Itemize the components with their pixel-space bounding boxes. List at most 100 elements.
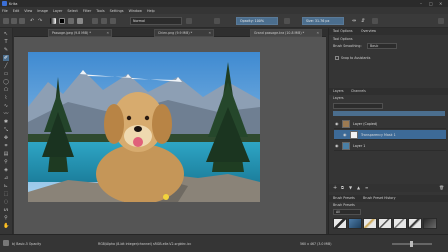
close-tab-icon[interactable]: ✕ [106,30,109,36]
pan-tool-icon[interactable]: ✋ [3,223,9,229]
pressure-icon[interactable] [284,18,290,24]
line-tool-icon[interactable]: ╱ [3,63,9,69]
mirror-horizontal-icon[interactable]: ⇹ [352,18,358,24]
blend-mode-icon[interactable] [92,18,98,24]
brush-preset-tile[interactable] [393,218,407,229]
tab-channels[interactable]: Channels [351,89,366,93]
foreground-color-swatch[interactable] [59,18,65,24]
fill-gradient-icon[interactable] [50,18,56,24]
edit-shapes-icon[interactable]: ✎ [3,47,9,53]
tab-overview[interactable]: Overview [361,29,376,33]
visibility-eye-icon[interactable]: ◉ [343,132,348,137]
zoom-slider[interactable] [392,241,432,247]
menu-view[interactable]: View [24,9,32,13]
rectangle-tool-icon[interactable]: ▭ [3,71,9,77]
menu-filter[interactable]: Filter [83,9,91,13]
add-layer-icon[interactable]: + [333,185,337,191]
move-tool-icon[interactable]: ✥ [3,135,9,141]
multibrush-icon[interactable]: ✱ [3,119,9,125]
menu-window[interactable]: Window [129,9,142,13]
menu-edit[interactable]: Edit [13,9,20,13]
layer-row[interactable]: ◉ Layer 1 [334,141,446,151]
tab-brush-history[interactable]: Brush Preset History [363,196,396,200]
freehand-brush-icon[interactable]: ✐ [3,55,9,61]
erase-toggle-icon[interactable] [186,18,192,24]
brush-preset-tile[interactable] [333,218,347,229]
close-tab-icon[interactable]: ✕ [208,30,211,36]
brush-preset-tile[interactable] [363,218,377,229]
zoom-tool-icon[interactable]: ⚲ [3,215,9,221]
preserve-alpha-icon[interactable] [110,18,116,24]
document-image[interactable] [28,52,260,202]
open-document-icon[interactable] [11,18,17,24]
layer-properties-icon[interactable]: ≡ [365,185,368,190]
tab-layers[interactable]: Layers [333,89,344,93]
close-button[interactable]: ✕ [439,1,442,6]
tab-passage[interactable]: Passage.jpeg (9.8 MiB) * ✕ [48,29,112,37]
redo-icon[interactable]: ↷ [38,18,44,24]
zoom-slider-handle[interactable] [410,241,413,247]
tab-chien[interactable]: Chien.png (9.9 MiB) * ✕ [154,29,214,37]
layer-row[interactable]: ◉ Layer (Copied) [334,119,446,129]
alpha-lock-icon[interactable] [214,18,220,24]
menu-select[interactable]: Select [67,9,77,13]
tab-tool-options[interactable]: Tool Options [333,29,353,33]
select-shapes-icon[interactable]: ↖ [3,31,9,37]
gradient-tool-icon[interactable]: ▤ [3,151,9,157]
ellipse-select-icon[interactable]: ◌ [3,199,9,205]
crop-tool-icon[interactable]: ⌗ [3,143,9,149]
undo-icon[interactable]: ↶ [30,18,36,24]
bezier-tool-icon[interactable]: ∿ [3,103,9,109]
ellipse-tool-icon[interactable]: ◯ [3,79,9,85]
rect-select-icon[interactable]: ⬚ [3,191,9,197]
blend-mode-select[interactable]: Normal [130,17,182,25]
move-layer-down-icon[interactable]: ▼ [349,185,352,190]
layer-blend-select[interactable] [333,103,383,109]
color-picker-icon[interactable]: ⚲ [3,159,9,165]
assistant-tool-icon[interactable]: ⊿ [3,175,9,181]
visibility-eye-icon[interactable]: ◉ [335,143,340,148]
close-tab-icon[interactable]: ✕ [316,30,319,36]
layer-row-selected[interactable]: ◉ Transparency Mask 1 [334,130,446,140]
move-layer-up-icon[interactable]: ▲ [357,185,360,190]
dynamic-brush-icon[interactable]: 〰 [3,111,9,117]
eraser-mode-icon[interactable] [101,18,107,24]
maximize-button[interactable]: □ [429,1,433,6]
menu-help[interactable]: Help [147,9,155,13]
tab-brush-presets[interactable]: Brush Presets [333,196,355,200]
layer-opacity-slider[interactable] [333,111,445,116]
canvas-area[interactable] [14,37,326,234]
polyline-tool-icon[interactable]: ⌇ [3,95,9,101]
polygon-tool-icon[interactable]: ⬠ [3,87,9,93]
measure-tool-icon[interactable]: ⊾ [3,183,9,189]
wrap-around-icon[interactable] [372,18,378,24]
brush-smoothing-select[interactable]: Basic [367,43,397,49]
duplicate-layer-icon[interactable]: ⧉ [341,185,344,190]
minimize-button[interactable]: – [420,1,422,6]
brush-preset-icon[interactable] [77,18,83,24]
current-brush-icon[interactable] [3,240,9,246]
new-document-icon[interactable] [3,18,9,24]
menu-file[interactable]: File [2,9,8,13]
pattern-icon[interactable] [68,18,74,24]
delete-layer-icon[interactable]: 🗑 [439,185,444,190]
workspace-icon[interactable] [438,18,444,24]
tab-grand-passage[interactable]: Grand passage.kra (10.8 MiB) * ✕ [250,29,322,37]
menu-layer[interactable]: Layer [53,9,62,13]
menu-tools[interactable]: Tools [96,9,104,13]
brush-tag-select[interactable]: All [333,209,361,215]
opacity-slider[interactable]: Opacity: 100% [236,17,278,25]
brush-preset-tile[interactable] [423,218,437,229]
text-tool-icon[interactable]: T [3,39,9,45]
fill-tool-icon[interactable]: ◈ [3,167,9,173]
size-slider[interactable]: Size: 31.76 px [302,17,344,25]
transform-tool-icon[interactable]: ⤡ [3,127,9,133]
menu-settings[interactable]: Settings [110,9,124,13]
snap-checkbox[interactable] [335,56,339,60]
brush-preset-tile[interactable] [348,218,362,229]
visibility-eye-icon[interactable]: ◉ [335,121,340,126]
mirror-vertical-icon[interactable]: ⇵ [361,18,367,24]
freehand-select-icon[interactable]: ᔕ [3,207,9,213]
brush-preset-tile[interactable] [378,218,392,229]
menu-image[interactable]: Image [37,9,48,13]
